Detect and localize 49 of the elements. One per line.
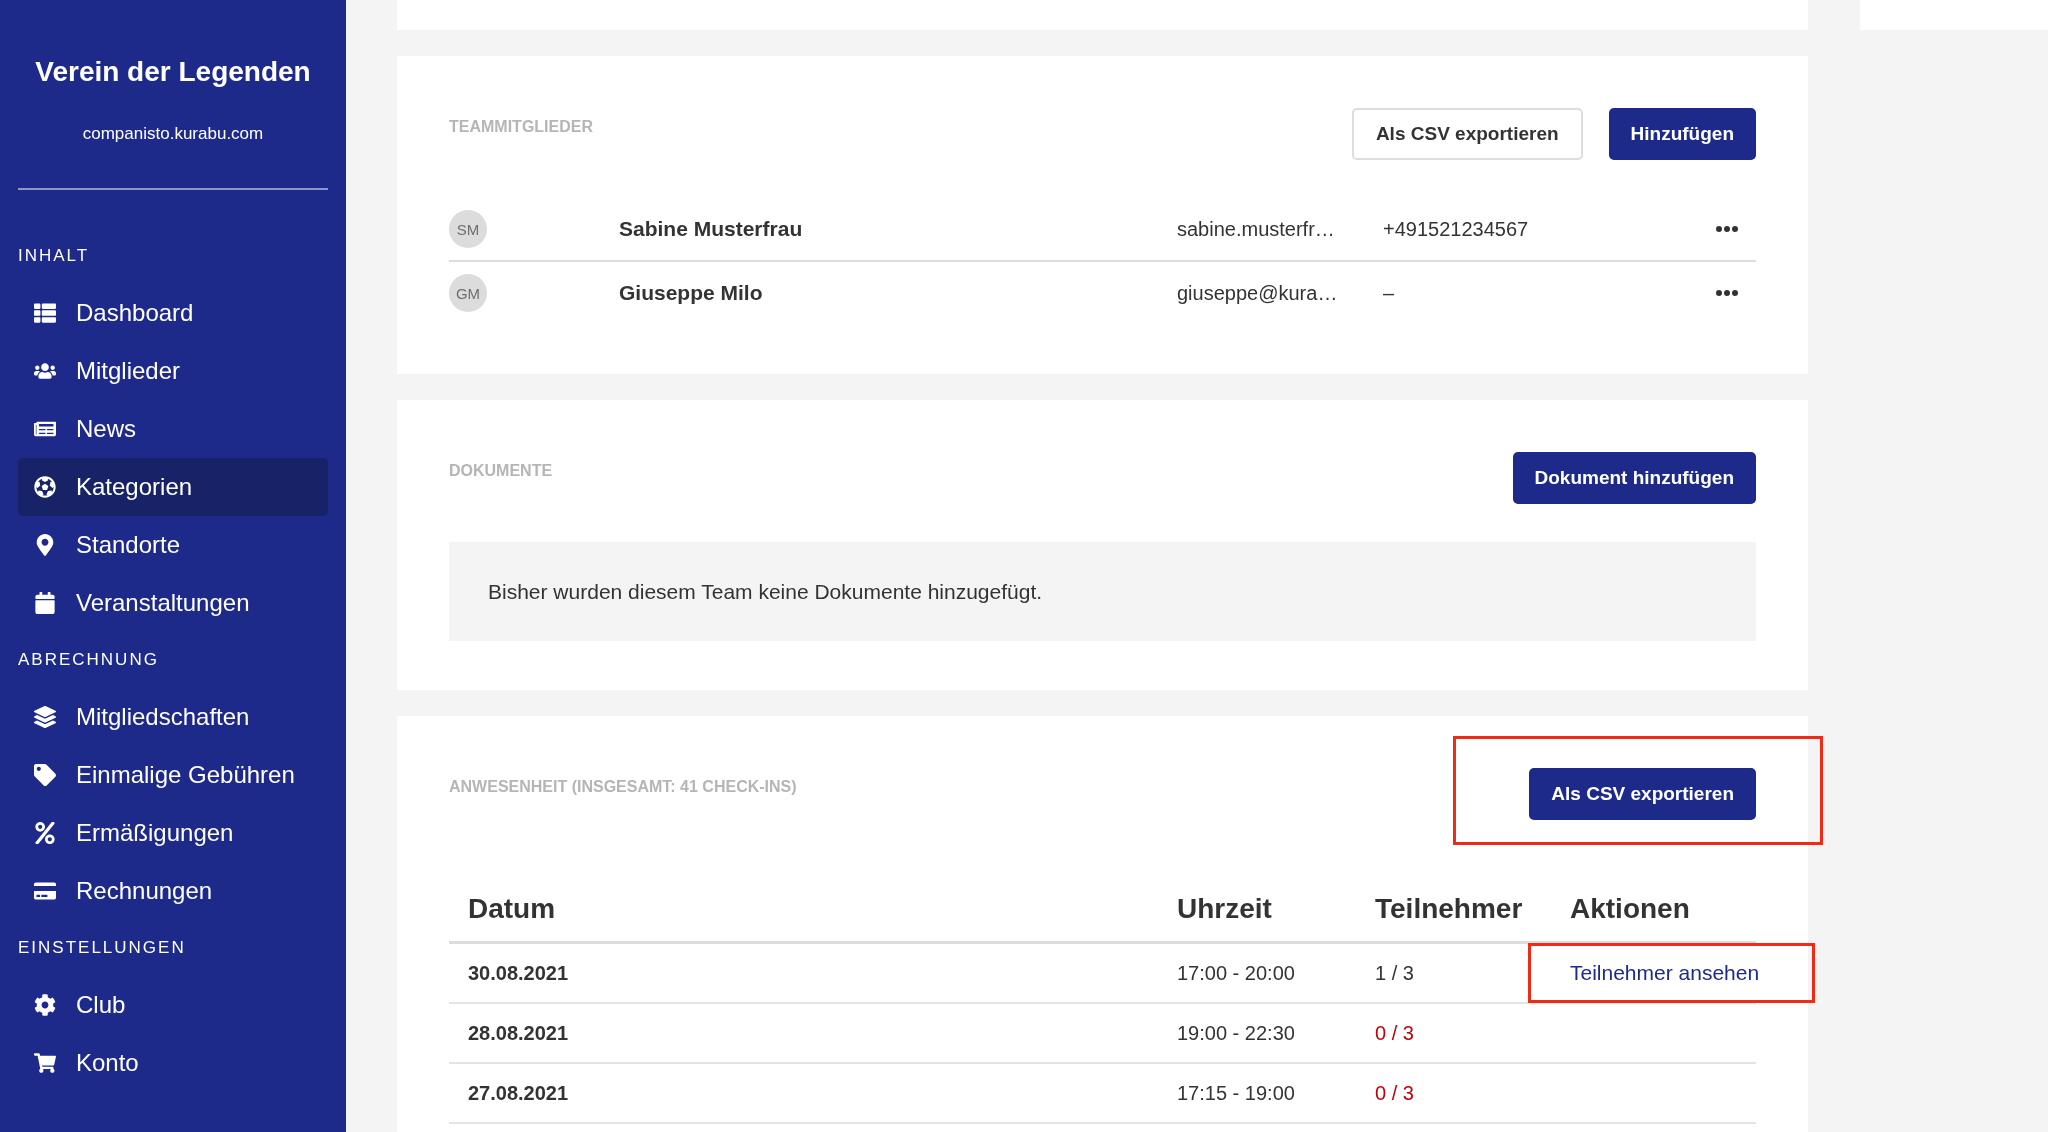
section-heading: ABRECHNUNG [18,650,160,670]
sidebar-item[interactable]: Einmalige Gebühren [18,746,328,804]
participants-cell-text: 0 / 3 [1375,1021,1415,1045]
view-participants-link[interactable]: Teilnehmer ansehen [1570,961,1760,984]
column-header: Teilnehmer [1375,893,1524,925]
sidebar-item[interactable]: Ermäßigungen [18,804,328,862]
date-cell-text: 30.08.2021 [468,961,570,985]
sidebar-item[interactable]: Konto [18,1034,328,1092]
date-cell-text: 27.08.2021 [468,1081,570,1105]
club-domain: companisto.kurabu.com [81,124,265,144]
sidebar-item[interactable]: Standorte [18,516,328,574]
participants-cell-text: 0 / 3 [1375,1081,1415,1105]
column-header: Aktionen [1570,893,1691,925]
column-header: Uhrzeit [1177,893,1273,925]
avatar: SM [449,210,487,248]
more-icon[interactable] [1716,290,1738,296]
sidebar-item[interactable]: Mitgliedschaften [18,688,328,746]
participants-cell-text: 1 / 3 [1375,961,1415,985]
sidebar-item[interactable]: Dashboard [18,284,328,342]
sidebar-item[interactable]: Veranstaltungen [18,574,328,632]
date-cell-text: 28.08.2021 [468,1021,570,1045]
section-heading: EINSTELLUNGEN [18,938,187,958]
column-header: Datum [468,893,557,925]
member-email: giuseppe@kura… [1177,281,1339,305]
club-title: Verein der Legenden [34,56,312,88]
add-button[interactable]: Hinzufügen [1608,108,1756,160]
export-button[interactable]: Als CSV exportieren [1351,108,1583,160]
sidebar-item[interactable]: Kategorien [18,458,328,516]
section-title: ANWESENHEIT (INSGESAMT: 41 CHECK-INS) [449,778,797,796]
member-email: sabine.musterfr… [1177,217,1336,241]
section-title: DOKUMENTE [449,462,553,480]
time-cell-text: 17:00 - 20:00 [1177,961,1296,985]
export-button[interactable]: Als CSV exportieren [1529,768,1756,820]
sidebar-item[interactable]: Rechnungen [18,862,328,920]
member-phone: – [1383,281,1396,305]
time-cell-text: 17:15 - 19:00 [1177,1081,1296,1105]
sidebar-item[interactable]: Mitglieder [18,342,328,400]
avatar: GM [449,274,487,312]
member-phone: +491521234567 [1383,217,1530,241]
section-heading: INHALT [18,246,91,266]
time-cell-text: 19:00 - 22:30 [1177,1021,1296,1045]
member-name: Sabine Musterfrau [619,217,804,241]
section-title: TEAMMITGLIEDER [449,118,593,136]
member-name: Giuseppe Milo [619,281,764,305]
sidebar-item[interactable]: News [18,400,328,458]
add-document-button[interactable]: Dokument hinzufügen [1512,452,1756,504]
empty-message: Bisher wurden diesem Team keine Dokumente hinzugefügt. [449,542,1756,641]
more-icon[interactable] [1716,226,1738,232]
sidebar-item[interactable]: Club [18,976,328,1034]
